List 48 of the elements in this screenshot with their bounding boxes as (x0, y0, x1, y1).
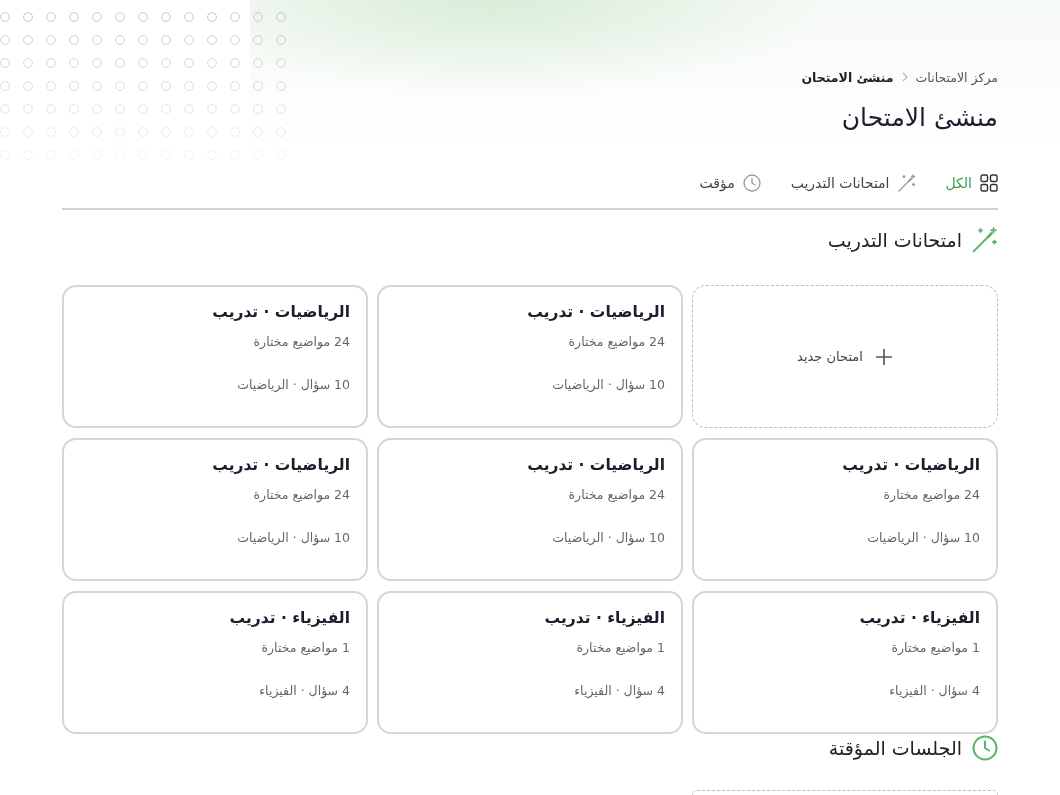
card-title: الرياضيات · تدريب (842, 455, 980, 476)
exam-card[interactable]: الرياضيات · تدريب 24 مواضيع مختارة 10 سؤال · الرياضيات (377, 438, 683, 581)
card-topics: 24 مواضيع مختارة (568, 486, 665, 504)
clock-icon (972, 735, 998, 761)
card-title: الرياضيات · تدريب (527, 455, 665, 476)
card-title: الرياضيات · تدريب (212, 455, 350, 476)
card-topics: 1 مواضيع مختارة (891, 639, 980, 657)
exam-card[interactable]: الفيزياء · تدريب 1 مواضيع مختارة 4 سؤال · الفيزياء (692, 591, 998, 734)
card-meta: 4 سؤال · الفيزياء (574, 682, 665, 700)
section-title: امتحانات التدريب (827, 229, 962, 251)
exam-card[interactable]: الرياضيات · تدريب 24 مواضيع مختارة 10 سؤال · الرياضيات (62, 285, 368, 428)
card-title: الفيزياء · تدريب (229, 608, 350, 629)
card-topics: 24 مواضيع مختارة (253, 333, 350, 351)
exam-card[interactable]: الفيزياء · تدريب 1 مواضيع مختارة 4 سؤال · الفيزياء (377, 591, 683, 734)
card-meta: 10 سؤال · الرياضيات (552, 376, 665, 394)
new-exam-button[interactable]: امتحان جديد (692, 285, 998, 428)
chevron-icon (901, 72, 908, 82)
card-meta: 4 سؤال · الفيزياء (259, 682, 350, 700)
card-title: الفيزياء · تدريب (544, 608, 665, 629)
card-meta: 10 سؤال · الرياضيات (237, 376, 350, 394)
plus-icon (874, 347, 893, 366)
grid-icon (980, 174, 998, 192)
exam-card[interactable]: الرياضيات · تدريب 24 مواضيع مختارة 10 سؤال · الرياضيات (692, 438, 998, 581)
card-meta: 10 سؤال · الرياضيات (867, 529, 980, 547)
tab[interactable]: مؤقت (699, 170, 761, 196)
card-meta: 10 سؤال · الرياضيات (237, 529, 350, 547)
card-meta: 4 سؤال · الفيزياء (889, 682, 980, 700)
card-meta: 10 سؤال · الرياضيات (552, 529, 665, 547)
card-topics: 24 مواضيع مختارة (568, 333, 665, 351)
breadcrumb-link[interactable]: مركز الامتحانات (915, 69, 998, 85)
tab[interactable]: الكل (945, 170, 998, 196)
card-title: الرياضيات · تدريب (212, 302, 350, 323)
exam-card[interactable]: الفيزياء · تدريب 1 مواضيع مختارة 4 سؤال · الفيزياء (62, 591, 368, 734)
card-topics: 1 مواضيع مختارة (261, 639, 350, 657)
magic-wand-icon (972, 227, 998, 253)
exam-card[interactable]: الرياضيات · تدريب 24 مواضيع مختارة 10 سؤال · الرياضيات (62, 438, 368, 581)
page-title: منشئ الامتحان (840, 102, 998, 134)
card-title: الرياضيات · تدريب (527, 302, 665, 323)
card-topics: 24 مواضيع مختارة (883, 486, 980, 504)
card-title: الفيزياء · تدريب (859, 608, 980, 629)
tab[interactable]: امتحانات التدريب (790, 170, 916, 196)
card-topics: 1 مواضيع مختارة (576, 639, 665, 657)
magic-wand-icon (897, 174, 916, 192)
exam-card[interactable]: الرياضيات · تدريب 24 مواضيع مختارة 10 سؤال · الرياضيات (377, 285, 683, 428)
card-topics: 24 مواضيع مختارة (253, 486, 350, 504)
breadcrumb-current: منشئ الامتحان (801, 69, 894, 85)
section-title: الجلسات المؤقتة (828, 737, 962, 759)
clock-icon (742, 174, 761, 192)
